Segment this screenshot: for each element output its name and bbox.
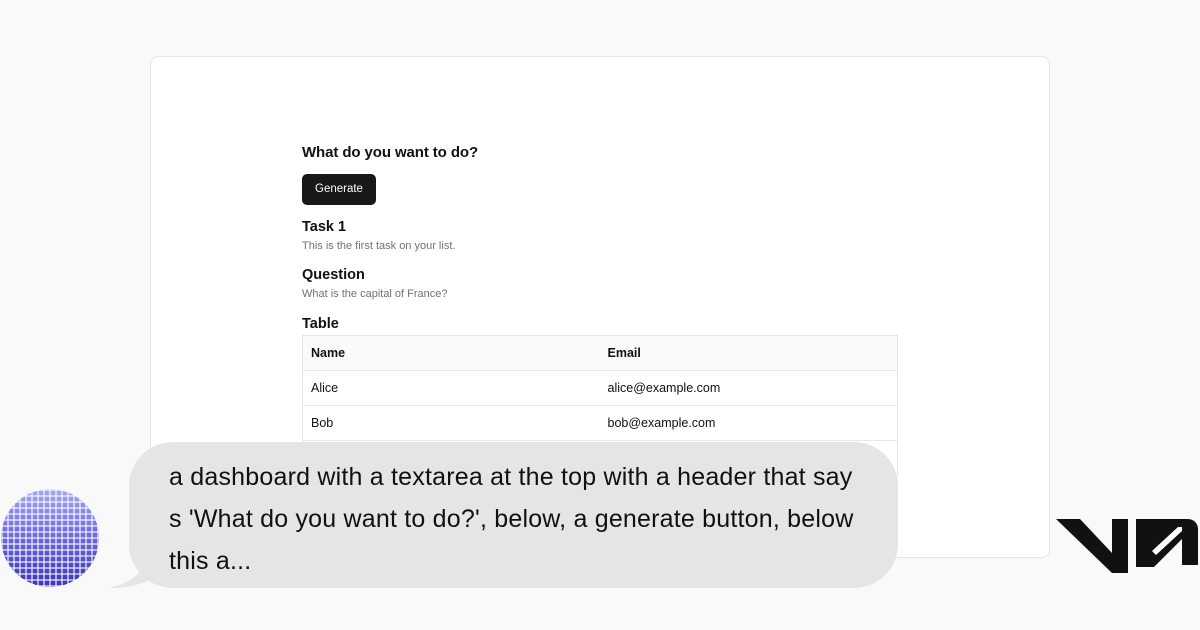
- task-title: Task 1: [302, 219, 347, 235]
- column-header-email: Email: [599, 335, 898, 371]
- task-description: This is the first task on your list.: [302, 240, 456, 252]
- v0-logo-icon: [1056, 519, 1198, 573]
- question-title: Question: [302, 267, 365, 283]
- table-row: Alice alice@example.com: [302, 370, 898, 406]
- dashboard-content: What do you want to do? Generate Task 1 …: [302, 144, 898, 476]
- generate-button[interactable]: Generate: [302, 174, 376, 205]
- cell-name: Bob: [302, 405, 600, 441]
- table-title: Table: [302, 316, 339, 332]
- avatar-icon: [1, 489, 99, 587]
- column-header-name: Name: [302, 335, 600, 371]
- prompt-text: a dashboard with a textarea at the top w…: [169, 463, 854, 575]
- table-header-row: Name Email: [302, 335, 898, 371]
- prompt-bubble: a dashboard with a textarea at the top w…: [129, 442, 898, 588]
- textarea-header: What do you want to do?: [302, 144, 479, 161]
- cell-email: alice@example.com: [599, 370, 898, 406]
- cell-email: bob@example.com: [599, 405, 898, 441]
- question-description: What is the capital of France?: [302, 288, 448, 300]
- cell-name: Alice: [302, 370, 600, 406]
- table-row: Bob bob@example.com: [302, 405, 898, 441]
